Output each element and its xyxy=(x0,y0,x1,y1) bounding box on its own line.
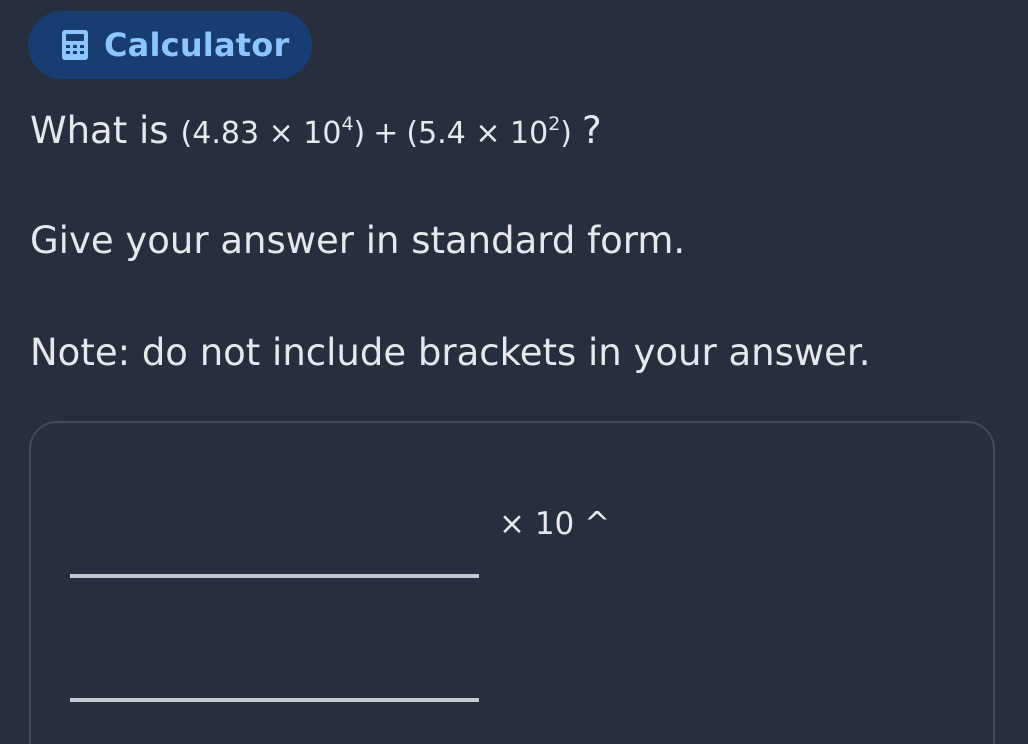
term1-base: (4.83 × 10 xyxy=(180,116,342,151)
times-ten-label: × 10 ^ xyxy=(499,506,611,542)
exponent-input[interactable] xyxy=(70,656,479,702)
term2-close: ) xyxy=(560,116,572,151)
mantissa-input[interactable] xyxy=(70,532,479,578)
term2-base: (5.4 × 10 xyxy=(406,116,549,151)
calculator-icon xyxy=(62,30,88,60)
math-expression: (4.83 × 104) + (5.4 × 102) xyxy=(180,113,572,151)
instruction-standard-form: Give your answer in standard form. xyxy=(30,219,686,262)
question-page: Calculator What is (4.83 × 104) + (5.4 × 10… xyxy=(0,0,1028,744)
instruction-no-brackets: Note: do not include brackets in your an… xyxy=(30,331,871,374)
calculator-button[interactable]: Calculator xyxy=(28,11,312,79)
plus-operator: + xyxy=(373,116,399,151)
calculator-label: Calculator xyxy=(104,26,290,64)
question-text: What is (4.83 × 104) + (5.4 × 102)? xyxy=(30,108,602,160)
question-mark: ? xyxy=(582,109,602,152)
term1-close: ) xyxy=(353,116,366,151)
question-prefix: What is xyxy=(30,109,169,152)
term2-exponent: 2 xyxy=(548,113,561,135)
term1-exponent: 4 xyxy=(341,113,354,135)
